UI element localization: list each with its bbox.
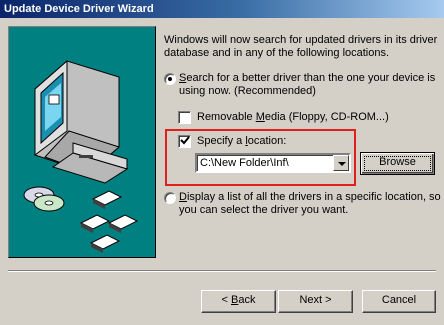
cancel-button[interactable]: Cancel bbox=[362, 290, 436, 313]
search-radio[interactable] bbox=[164, 73, 176, 85]
separator bbox=[8, 270, 436, 272]
removable-accelerator: M bbox=[255, 111, 265, 123]
back-button-label: < Back bbox=[222, 294, 256, 306]
specify-label-rest: ocation: bbox=[247, 135, 287, 147]
specify-location-checkbox[interactable] bbox=[178, 135, 191, 148]
chevron-down-icon bbox=[338, 162, 346, 166]
check-icon bbox=[180, 136, 190, 145]
floppy-disk-icon bbox=[79, 190, 139, 253]
removable-media-label[interactable]: Removable Media (Floppy, CD-ROM...) bbox=[197, 111, 389, 124]
back-button[interactable]: < Back bbox=[201, 290, 276, 313]
back-label-rest: ack bbox=[238, 294, 256, 306]
display-list-label[interactable]: Display a list of all the drivers in a s… bbox=[179, 191, 441, 217]
next-button-label: Next > bbox=[299, 294, 332, 306]
search-label-text: earch for a better driver than the one y… bbox=[179, 72, 436, 97]
window-title: Update Device Driver Wizard bbox=[4, 3, 154, 15]
wizard-illustration bbox=[8, 26, 156, 258]
radio-selected-dot bbox=[168, 77, 172, 81]
intro-text: Windows will now search for updated driv… bbox=[164, 34, 438, 59]
wizard-window: Update Device Driver Wizard Windows will… bbox=[0, 0, 444, 325]
location-combobox[interactable]: C:\New Folder\Inf\ bbox=[195, 153, 351, 173]
removable-media-checkbox[interactable] bbox=[178, 111, 191, 124]
title-bar[interactable]: Update Device Driver Wizard bbox=[0, 0, 444, 18]
specify-location-label[interactable]: Specify a location: bbox=[197, 135, 286, 148]
computer-icon bbox=[34, 59, 129, 184]
browse-button-label: Browse bbox=[379, 156, 416, 168]
removable-label-pre: Removable bbox=[197, 111, 256, 123]
location-value: C:\New Folder\Inf\ bbox=[200, 157, 289, 169]
display-list-radio[interactable] bbox=[164, 192, 176, 204]
display-label-text: isplay a list of all the drivers in a sp… bbox=[179, 191, 441, 216]
next-button[interactable]: Next > bbox=[278, 290, 353, 313]
display-accelerator: D bbox=[179, 191, 187, 203]
removable-label-rest: edia (Floppy, CD-ROM...) bbox=[264, 111, 389, 123]
browse-button[interactable]: Browse bbox=[360, 152, 435, 175]
specify-label-pre: Specify a bbox=[197, 135, 246, 147]
search-option-label[interactable]: Search for a better driver than the one … bbox=[179, 72, 441, 98]
cancel-button-label: Cancel bbox=[381, 294, 417, 306]
cd-disc-icon bbox=[23, 186, 65, 212]
dropdown-button[interactable] bbox=[333, 155, 349, 171]
back-label-pre: < bbox=[221, 294, 231, 306]
